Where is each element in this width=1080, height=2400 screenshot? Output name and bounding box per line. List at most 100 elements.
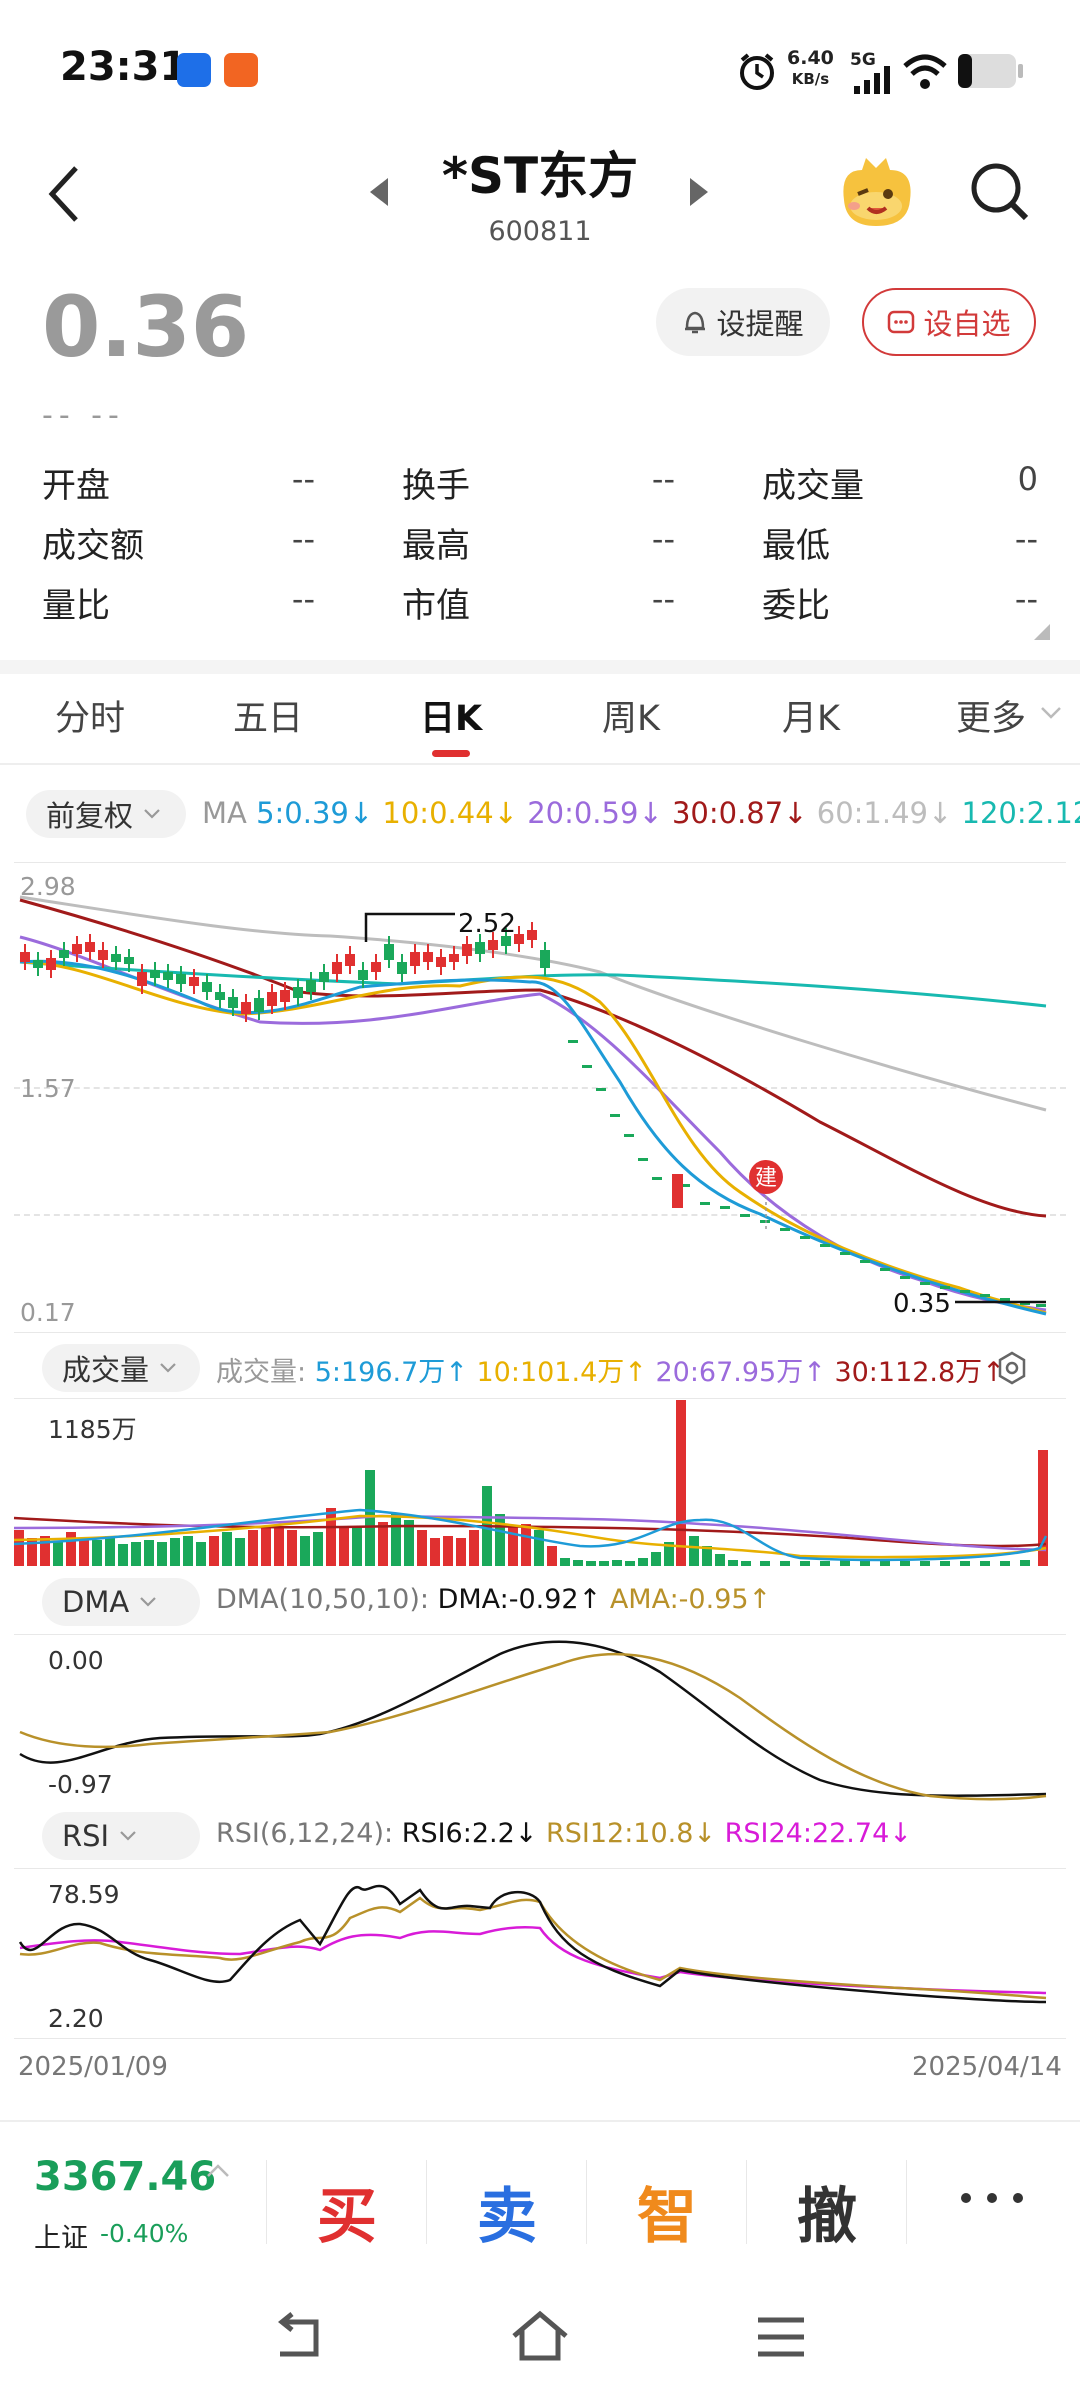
set-alert-button[interactable]: 设提醒 [656, 288, 830, 356]
volume-bar [960, 1561, 970, 1566]
index-change: -0.40% [100, 2219, 189, 2248]
candle [319, 972, 329, 982]
tab-minute[interactable]: 分时 [38, 690, 142, 741]
system-back-icon[interactable] [270, 2312, 326, 2362]
network-speed: 6.40 KB/s [787, 47, 834, 89]
volume-bar [495, 1514, 505, 1566]
next-stock-icon[interactable] [688, 176, 710, 208]
volume-bar [586, 1561, 596, 1566]
volume-selector[interactable]: 成交量 [42, 1344, 200, 1392]
dma-chart[interactable] [0, 1634, 1080, 1802]
candle [111, 954, 121, 962]
volume-bar [573, 1560, 583, 1566]
tab-weekly-k[interactable]: 周K [576, 690, 686, 741]
stat-value: -- [1014, 520, 1038, 558]
tab-daily-k[interactable]: 日K [396, 690, 506, 741]
candle [358, 970, 368, 980]
volume-bar [920, 1561, 930, 1566]
volume-bar [66, 1532, 76, 1566]
candle [176, 974, 186, 984]
tabs-divider [0, 763, 1080, 765]
tab-five-day[interactable]: 五日 [216, 690, 320, 741]
settings-gear-icon[interactable] [994, 1350, 1030, 1386]
divider [266, 2160, 267, 2244]
volume-bar [715, 1554, 725, 1566]
candle [800, 1236, 810, 1239]
ma5-value: 5:0.39↓ [256, 796, 374, 830]
volume-bar [820, 1561, 830, 1566]
stat-label: 量比 [42, 586, 110, 626]
volume-bar [209, 1536, 219, 1566]
ma10-line [19, 960, 1047, 1315]
sell-button[interactable]: 卖 [428, 2168, 586, 2255]
candle [137, 972, 147, 986]
dma-selector[interactable]: DMA [42, 1578, 200, 1626]
candle [980, 1294, 990, 1297]
candle [410, 952, 420, 966]
vol-ma5-value: 5:196.7万↑ [314, 1357, 468, 1388]
index-name: 上证 [34, 2223, 88, 2254]
mascot-icon[interactable] [836, 156, 916, 230]
rsi-selector[interactable]: RSI [42, 1812, 200, 1860]
candle [568, 1040, 578, 1043]
candle [1036, 1304, 1046, 1307]
candle [46, 958, 56, 970]
tab-more[interactable]: 更多 [946, 690, 1036, 741]
stat-value: -- [291, 580, 315, 618]
volume-legend: 成交量: 5:196.7万↑ 10:101.4万↑ 20:67.95万↑ 30:… [216, 1357, 1005, 1388]
candle [700, 1202, 710, 1205]
ma10-value: 10:0.44↓ [382, 796, 518, 830]
buy-button[interactable]: 买 [268, 2168, 426, 2255]
candle [780, 1228, 790, 1231]
rsi-border-bottom [14, 2038, 1066, 2039]
more-options-icon[interactable] [956, 2186, 1028, 2210]
volume-bar [547, 1546, 557, 1566]
divider [906, 2160, 907, 2244]
stat-value: -- [651, 580, 675, 618]
ama-value: AMA:-0.95↑ [609, 1584, 772, 1615]
divider [586, 2160, 587, 2244]
adjust-selector[interactable]: 前复权 [26, 790, 186, 838]
volume-bar [222, 1532, 232, 1566]
add-watchlist-button[interactable]: 设自选 [862, 288, 1036, 356]
ma5-line [19, 959, 1047, 1316]
rsi24-line [19, 1926, 1047, 1995]
volume-bar [105, 1536, 115, 1566]
candle [215, 992, 225, 1000]
stat-value: -- [291, 460, 315, 498]
candle [163, 972, 173, 980]
volume-bar [261, 1526, 271, 1566]
rsi-chart[interactable] [0, 1868, 1080, 2040]
expand-corner-icon[interactable] [1034, 624, 1050, 640]
volume-bar [469, 1530, 479, 1566]
stat-label: 市值 [402, 586, 470, 626]
ma120-value: 120:2.12↓ [961, 796, 1080, 830]
system-menu-icon[interactable] [756, 2316, 806, 2358]
candle [254, 998, 264, 1012]
candle [960, 1290, 970, 1293]
candle [760, 1220, 770, 1223]
search-icon[interactable] [968, 160, 1030, 222]
system-home-icon[interactable] [510, 2310, 570, 2362]
kline-chart[interactable]: 2.52 0.35 建 [0, 862, 1080, 1334]
volume-bar [625, 1561, 635, 1566]
current-price: 0.36 [42, 278, 250, 376]
volume-bar [183, 1536, 193, 1566]
volume-bar [79, 1538, 89, 1566]
chevron-down-icon [1041, 707, 1061, 719]
volume-bar [980, 1561, 990, 1566]
candle [202, 982, 212, 992]
volume-bar [940, 1561, 950, 1566]
stock-name: *ST东方 [441, 147, 639, 205]
trade-bar-divider [0, 2120, 1080, 2122]
candle [527, 930, 537, 940]
cancel-order-button[interactable]: 撤 [748, 2168, 906, 2255]
volume-chart[interactable] [0, 1398, 1080, 1568]
volume-bar [339, 1528, 349, 1566]
tab-monthly-k[interactable]: 月K [756, 690, 866, 741]
bell-icon [685, 311, 706, 334]
stat-label: 开盘 [42, 466, 110, 506]
candle [306, 980, 316, 992]
smart-trade-button[interactable]: 智 [588, 2168, 746, 2255]
volume-bar [760, 1561, 770, 1566]
